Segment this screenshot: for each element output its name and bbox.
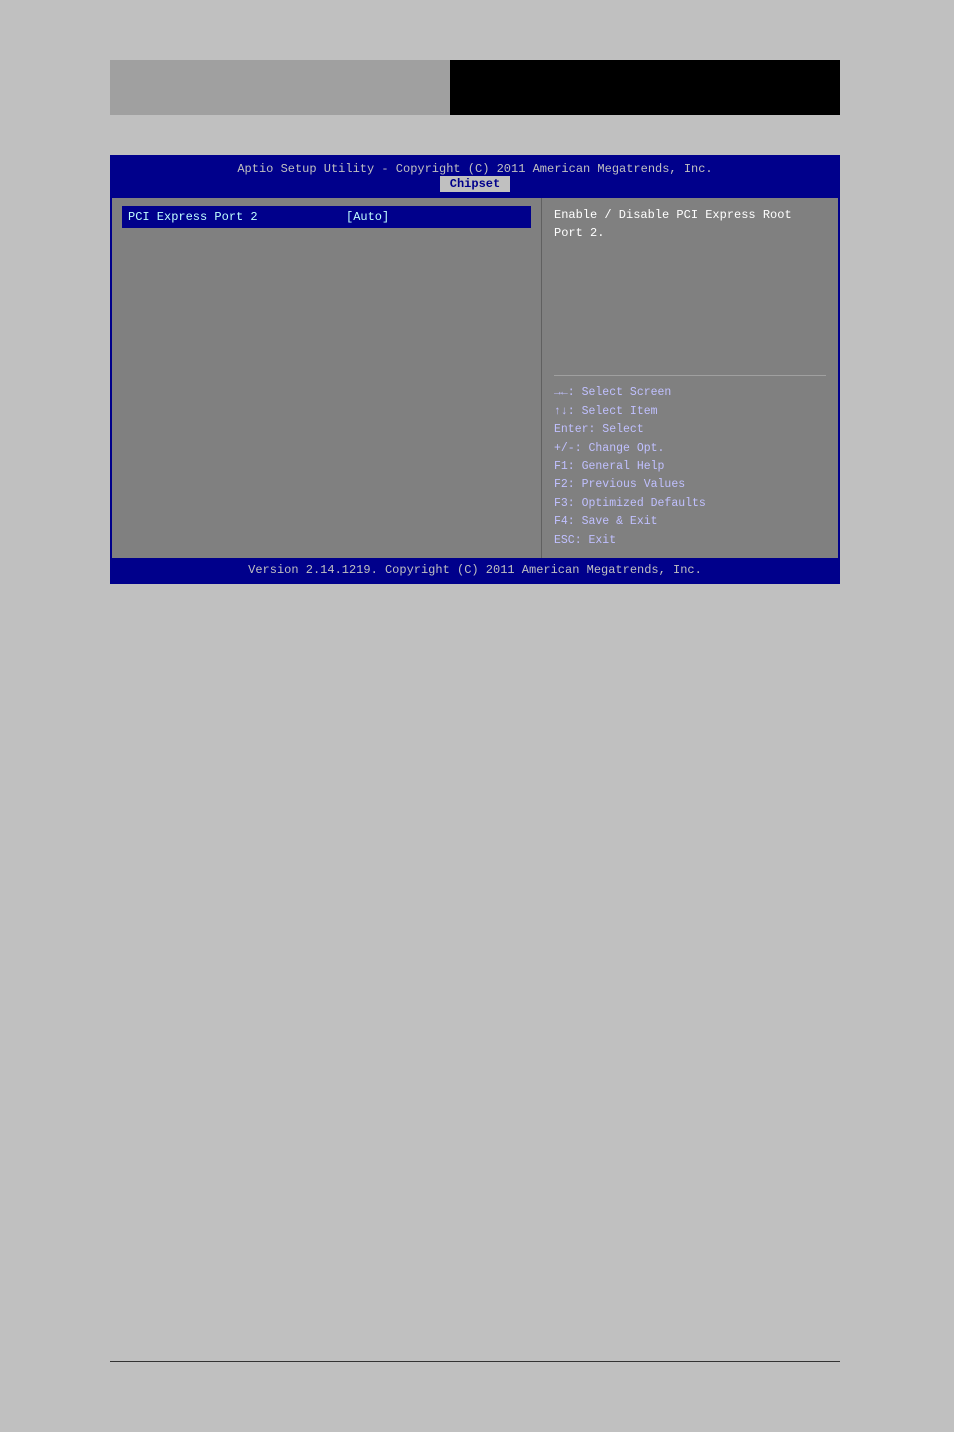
bios-header: Aptio Setup Utility - Copyright (C) 2011… <box>112 157 838 198</box>
bios-tab-chipset[interactable]: Chipset <box>440 176 510 192</box>
bios-main: PCI Express Port 2 [Auto] Enable / Disab… <box>112 198 838 558</box>
panel-divider <box>554 375 826 376</box>
shortcut-f2-prev: F2: Previous Values <box>554 476 826 494</box>
shortcut-change-opt: +/-: Change Opt. <box>554 440 826 458</box>
bios-title: Aptio Setup Utility - Copyright (C) 2011… <box>112 162 838 176</box>
setting-name: PCI Express Port 2 <box>122 208 342 226</box>
shortcut-select-item: ↑↓: Select Item <box>554 403 826 421</box>
shortcut-f1-help: F1: General Help <box>554 458 826 476</box>
shortcut-f4-save: F4: Save & Exit <box>554 513 826 531</box>
setting-value: [Auto] <box>342 208 393 226</box>
bottom-divider-line <box>110 1361 840 1362</box>
shortcut-enter-select: Enter: Select <box>554 421 826 439</box>
shortcuts-panel: →←: Select Screen ↑↓: Select Item Enter:… <box>554 384 826 550</box>
table-row[interactable]: PCI Express Port 2 [Auto] <box>122 206 531 228</box>
top-banner-right <box>450 60 840 115</box>
shortcut-select-screen: →←: Select Screen <box>554 384 826 402</box>
bios-left-panel: PCI Express Port 2 [Auto] <box>112 198 542 558</box>
bios-container: Aptio Setup Utility - Copyright (C) 2011… <box>110 155 840 584</box>
bios-right-panel: Enable / Disable PCI Express Root Port 2… <box>542 198 838 558</box>
shortcut-esc-exit: ESC: Exit <box>554 532 826 550</box>
bios-tab-row: Chipset <box>112 176 838 196</box>
shortcut-f3-defaults: F3: Optimized Defaults <box>554 495 826 513</box>
help-text: Enable / Disable PCI Express Root Port 2… <box>554 206 826 367</box>
top-banner <box>110 60 840 115</box>
top-banner-left <box>110 60 450 115</box>
bios-footer: Version 2.14.1219. Copyright (C) 2011 Am… <box>112 558 838 582</box>
